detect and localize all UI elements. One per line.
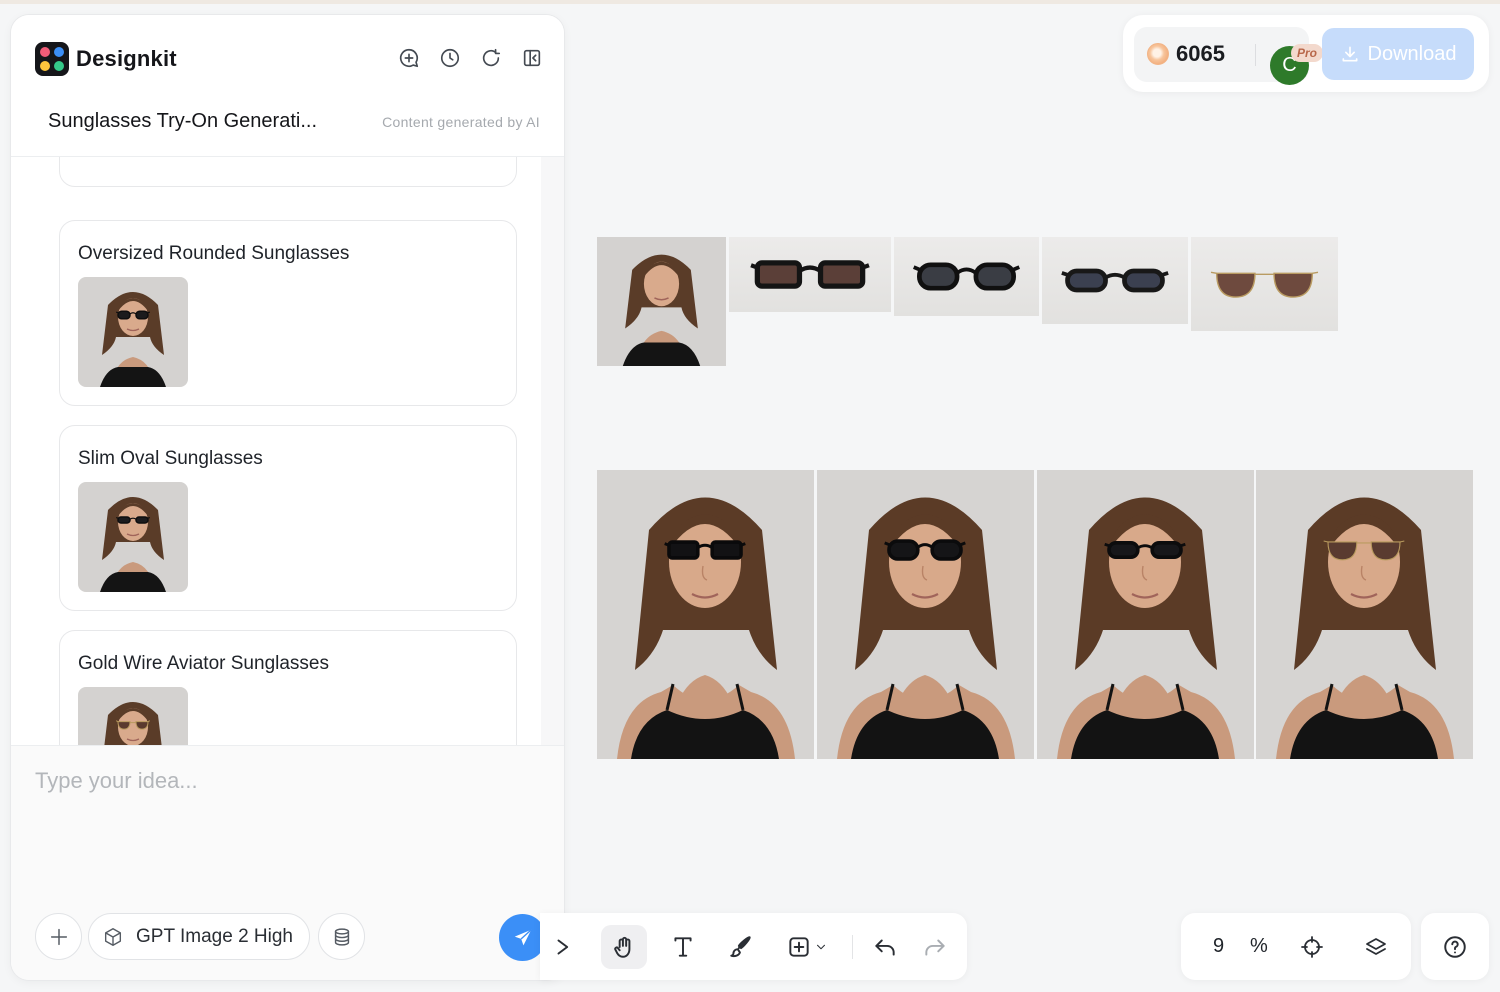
text-tool[interactable] [660,925,706,969]
result-thumbnail[interactable] [78,277,188,387]
reference-glasses[interactable] [1191,237,1338,331]
undo-button[interactable] [862,925,908,969]
brush-tool[interactable] [718,925,764,969]
logo-dot [40,47,50,57]
chat-messages[interactable]: Oversized Rounded Sunglasses Slim Oval S… [11,157,564,745]
portrait-image [78,687,188,745]
result-thumbnail[interactable] [78,687,188,745]
send-button[interactable] [499,914,546,961]
stack-button[interactable] [318,913,365,960]
app-name: Designkit [76,46,177,71]
result-title: Oversized Rounded Sunglasses [78,243,350,264]
text-icon [674,937,692,957]
model-label: GPT Image 2 High [136,925,294,947]
generated-portrait[interactable] [817,470,1034,759]
logo-dot [54,61,64,71]
select-arrow-icon [557,939,569,955]
hand-icon [614,936,631,958]
download-label: Download [1367,42,1457,65]
chat-panel: Designkit Sunglasses Try-On Generati... … [11,15,564,980]
result-thumbnail[interactable] [78,482,188,592]
logo-dot [54,47,64,57]
window-top-edge [0,0,1500,4]
chevron-down-icon [816,944,826,950]
portrait-image [597,470,814,759]
add-icon [50,928,67,945]
toolbar-divider [852,935,853,959]
ai-content-note: Content generated by AI [382,114,540,130]
credit-count: 6065 [1176,41,1225,66]
help-icon [1444,935,1466,958]
pro-badge: Pro [1291,44,1323,62]
portrait-image [817,470,1034,759]
insert-icon [789,937,809,957]
result-card[interactable]: Gold Wire Aviator Sunglasses [59,630,517,745]
portrait-image [1037,470,1254,759]
conversation-title[interactable]: Sunglasses Try-On Generati... [48,110,317,133]
canvas-toolbar [540,913,967,980]
generated-portrait[interactable] [1037,470,1254,759]
reference-glasses[interactable] [894,237,1039,316]
reference-glasses[interactable] [1042,237,1188,324]
credits-chip[interactable]: 6065 C Pro [1134,27,1323,85]
header-actions [397,46,544,70]
reference-glasses[interactable] [729,237,891,312]
redo-button[interactable] [912,925,958,969]
model-cube-icon [104,927,122,946]
add-attachment-button[interactable] [35,913,82,960]
portrait-image [1256,470,1473,759]
history-icon[interactable] [438,46,462,70]
stack-icon [334,927,349,946]
divider [1255,44,1256,66]
undo-icon [875,939,895,956]
result-card[interactable]: Oversized Rounded Sunglasses [59,220,517,406]
fit-to-screen-button[interactable] [1298,933,1326,961]
portrait-image [597,237,726,366]
prompt-input[interactable] [35,764,535,798]
chat-panel-header: Designkit Sunglasses Try-On Generati... … [11,15,564,157]
crosshair-icon [1301,936,1323,958]
account-bar: 6065 C Pro Download [1123,15,1489,92]
sunglasses-image [750,260,870,289]
designkit-logo [35,42,69,76]
result-card[interactable]: Slim Oval Sunglasses [59,425,517,611]
portrait-image [78,277,188,387]
insert-tool[interactable] [778,925,836,969]
zoom-level[interactable]: 9 [1213,935,1224,958]
layers-button[interactable] [1362,933,1390,961]
result-title: Slim Oval Sunglasses [78,448,263,469]
composer: GPT Image 2 High [11,745,564,980]
coin-icon [1147,43,1169,65]
refresh-icon[interactable] [479,46,503,70]
reference-portrait[interactable] [597,237,726,366]
download-button[interactable]: Download [1322,28,1474,80]
select-tool[interactable] [550,925,580,969]
brush-icon [730,936,751,958]
model-selector[interactable]: GPT Image 2 High [88,913,310,960]
help-button[interactable] [1421,913,1489,980]
zoom-unit: % [1250,935,1268,957]
zoom-controls: 9 % [1181,913,1411,980]
collapse-panel-icon[interactable] [520,46,544,70]
logo-dot [40,61,50,71]
redo-icon [925,939,945,956]
generated-portrait[interactable] [597,470,814,759]
send-icon [514,928,532,945]
hand-tool[interactable] [601,925,647,969]
sunglasses-image [912,262,1021,291]
result-title: Gold Wire Aviator Sunglasses [78,653,329,674]
layers-icon [1366,938,1386,955]
result-card[interactable] [59,157,517,187]
sunglasses-image [1061,268,1169,293]
download-icon [1342,46,1358,62]
portrait-image [78,482,188,592]
sunglasses-image [1210,271,1319,298]
new-chat-icon[interactable] [397,46,421,70]
generated-portrait[interactable] [1256,470,1473,759]
scrollbar-track[interactable] [541,157,564,745]
